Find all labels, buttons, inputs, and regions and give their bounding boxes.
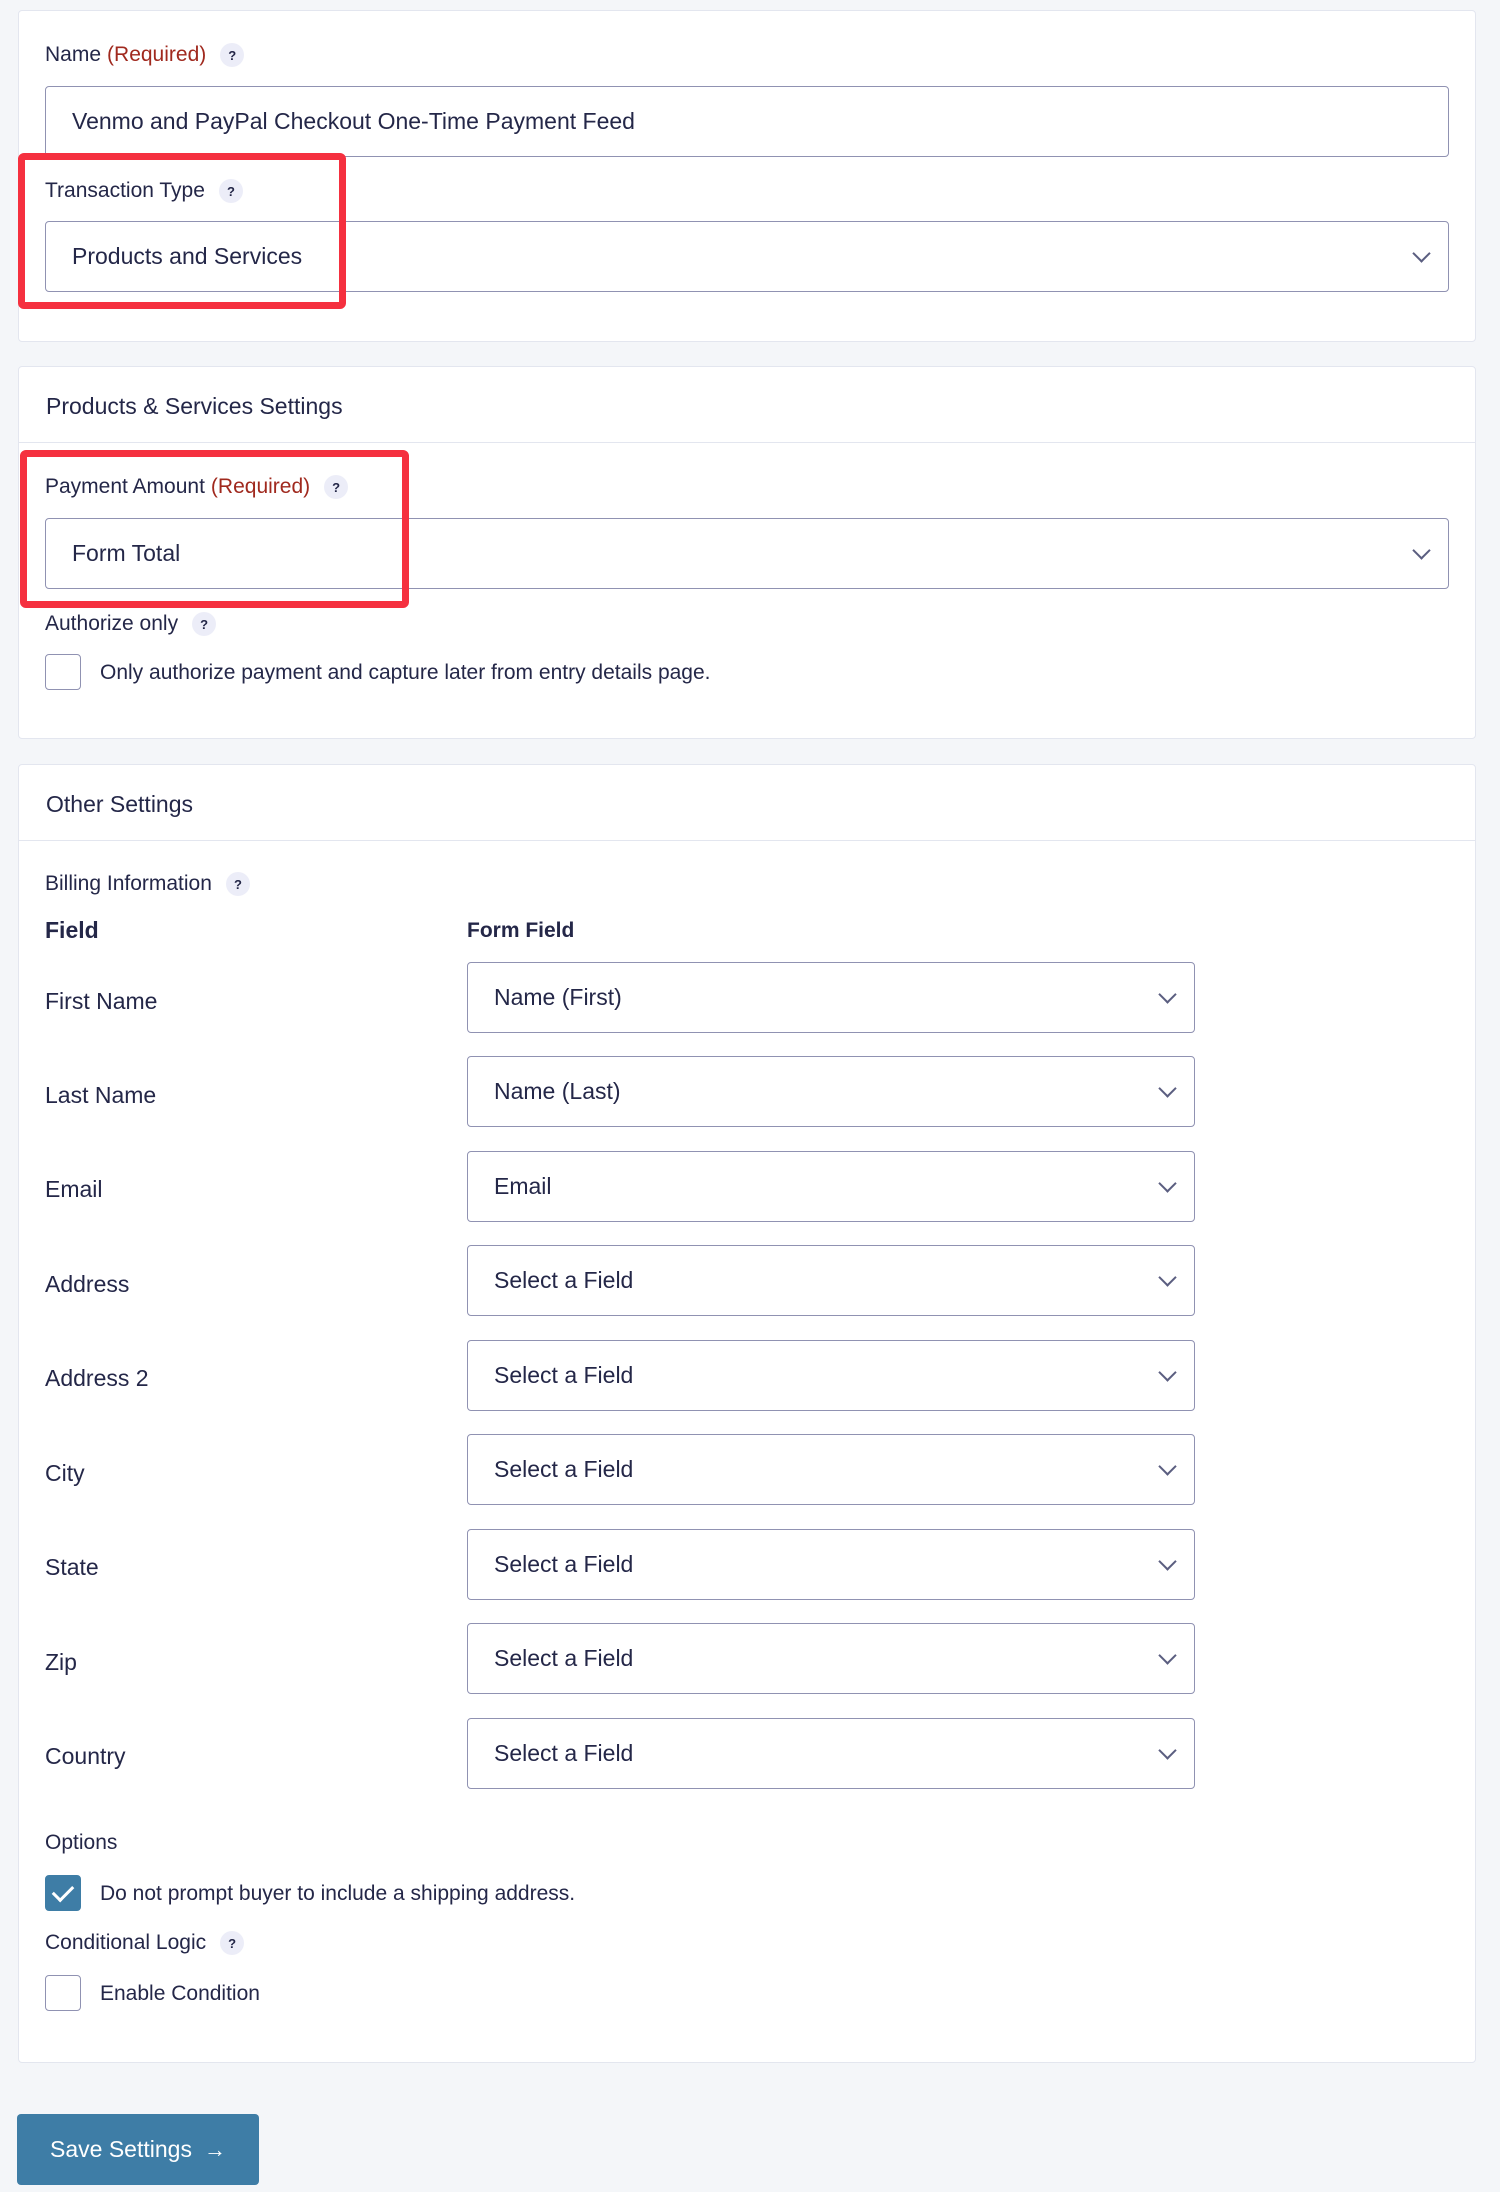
shipping-address-checkbox-label[interactable]: Do not prompt buyer to include a shippin… — [100, 1882, 575, 1906]
billing-field-select[interactable]: Name (Last) — [467, 1056, 1195, 1127]
payment-amount-label-text: Payment Amount — [45, 475, 205, 498]
authorize-only-label: Authorize only ? — [45, 612, 217, 636]
enable-condition-checkbox-label[interactable]: Enable Condition — [100, 1982, 260, 2006]
field-column-header: Field — [45, 917, 99, 943]
chevron-down-icon — [1158, 1645, 1177, 1665]
authorize-only-checkbox[interactable] — [45, 654, 81, 690]
panel-header: Products & Services Settings — [19, 367, 1475, 443]
chevron-down-icon — [1158, 1456, 1177, 1476]
panel-title: Products & Services Settings — [46, 393, 343, 419]
billing-field-select[interactable]: Email — [467, 1151, 1195, 1222]
chevron-down-icon — [1412, 540, 1431, 560]
save-settings-button[interactable]: Save Settings → — [17, 2114, 259, 2185]
name-label-text: Name — [45, 43, 102, 66]
transaction-type-label: Transaction Type ? — [45, 179, 243, 203]
billing-field-value: Select a Field — [494, 1267, 634, 1293]
products-services-panel: Products & Services Settings Payment Amo… — [18, 366, 1476, 739]
billing-field-select[interactable]: Select a Field — [467, 1529, 1195, 1600]
billing-field-value: Email — [494, 1173, 552, 1199]
help-icon[interactable]: ? — [220, 1931, 245, 1955]
panel-title: Other Settings — [46, 791, 194, 817]
billing-row-label: Zip — [45, 1649, 77, 1675]
chevron-down-icon — [1412, 243, 1431, 263]
help-icon[interactable]: ? — [220, 43, 245, 67]
authorize-only-label-text: Authorize only — [45, 612, 179, 635]
help-icon[interactable]: ? — [218, 179, 243, 203]
arrow-right-icon: → — [203, 2136, 226, 2162]
billing-field-value: Select a Field — [494, 1645, 634, 1671]
transaction-type-label-text: Transaction Type — [45, 179, 205, 202]
billing-row-label: State — [45, 1554, 99, 1580]
chevron-down-icon — [1158, 1173, 1177, 1193]
name-input[interactable]: Venmo and PayPal Checkout One-Time Payme… — [45, 86, 1449, 157]
billing-field-value: Select a Field — [494, 1740, 634, 1766]
options-label: Options — [45, 1831, 117, 1855]
billing-information-label-text: Billing Information — [45, 872, 212, 895]
chevron-down-icon — [1158, 1078, 1177, 1098]
billing-row-label: First Name — [45, 988, 158, 1014]
options-label-text: Options — [45, 1831, 118, 1854]
panel-header: Other Settings — [19, 765, 1475, 841]
other-settings-panel: Other Settings Billing Information ? Fie… — [18, 764, 1476, 2063]
billing-row-label: Address — [45, 1271, 130, 1297]
billing-row-label: Last Name — [45, 1082, 157, 1108]
payment-amount-select[interactable]: Form Total — [45, 518, 1449, 589]
billing-field-select[interactable]: Select a Field — [467, 1718, 1195, 1789]
name-label: Name (Required) ? — [45, 43, 245, 67]
required-indicator: (Required) — [210, 475, 311, 498]
help-icon[interactable]: ? — [225, 872, 250, 896]
billing-field-select[interactable]: Select a Field — [467, 1434, 1195, 1505]
billing-field-select[interactable]: Name (First) — [467, 962, 1195, 1033]
transaction-type-value: Products and Services — [72, 243, 303, 269]
payment-amount-label: Payment Amount (Required) ? — [45, 475, 349, 499]
billing-row-label: Country — [45, 1743, 126, 1769]
chevron-down-icon — [1158, 1362, 1177, 1382]
billing-field-value: Select a Field — [494, 1551, 634, 1577]
enable-condition-checkbox[interactable] — [45, 1975, 81, 2011]
payment-amount-value: Form Total — [72, 540, 181, 566]
billing-field-value: Select a Field — [494, 1362, 634, 1388]
chevron-down-icon — [1158, 984, 1177, 1004]
chevron-down-icon — [1158, 1740, 1177, 1760]
name-input-value: Venmo and PayPal Checkout One-Time Payme… — [72, 108, 635, 134]
chevron-down-icon — [1158, 1551, 1177, 1571]
billing-field-select[interactable]: Select a Field — [467, 1623, 1195, 1694]
transaction-type-select[interactable]: Products and Services — [45, 221, 1449, 292]
billing-row-label: City — [45, 1460, 85, 1486]
chevron-down-icon — [1158, 1267, 1177, 1287]
billing-row-label: Address 2 — [45, 1365, 149, 1391]
feed-settings-panel: Name (Required) ? Venmo and PayPal Check… — [18, 10, 1476, 342]
form-field-column-header: Form Field — [467, 919, 575, 942]
authorize-only-checkbox-label[interactable]: Only authorize payment and capture later… — [100, 661, 711, 685]
help-icon[interactable]: ? — [324, 475, 349, 499]
billing-field-select[interactable]: Select a Field — [467, 1340, 1195, 1411]
required-indicator: (Required) — [107, 43, 207, 66]
save-settings-label: Save Settings — [50, 2136, 192, 2162]
shipping-address-checkbox[interactable] — [45, 1875, 81, 1911]
billing-field-select[interactable]: Select a Field — [467, 1245, 1195, 1316]
billing-information-label: Billing Information ? — [45, 872, 250, 896]
conditional-logic-label-text: Conditional Logic — [45, 1931, 207, 1954]
help-icon[interactable]: ? — [192, 612, 217, 636]
conditional-logic-label: Conditional Logic ? — [45, 1931, 245, 1955]
billing-row-label: Email — [45, 1176, 103, 1202]
billing-field-value: Name (First) — [494, 984, 622, 1010]
billing-field-value: Select a Field — [494, 1456, 634, 1482]
billing-field-value: Name (Last) — [494, 1078, 621, 1104]
